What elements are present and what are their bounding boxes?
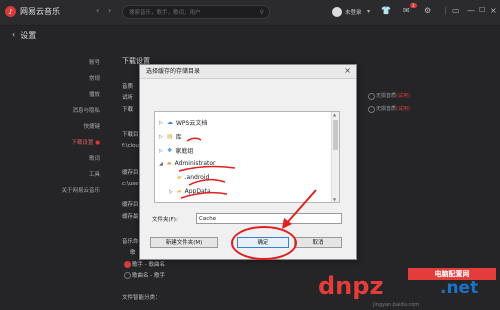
watermark-net: .net bbox=[440, 278, 479, 298]
annotation-circle bbox=[231, 226, 297, 260]
annotation-arrow bbox=[282, 189, 317, 229]
watermark-brand: dnpz bbox=[318, 272, 384, 300]
watermark-logo: 电脑配置网 dnpz .net bbox=[318, 268, 496, 304]
watermark-source: jingyan.baidu.com bbox=[373, 302, 420, 308]
